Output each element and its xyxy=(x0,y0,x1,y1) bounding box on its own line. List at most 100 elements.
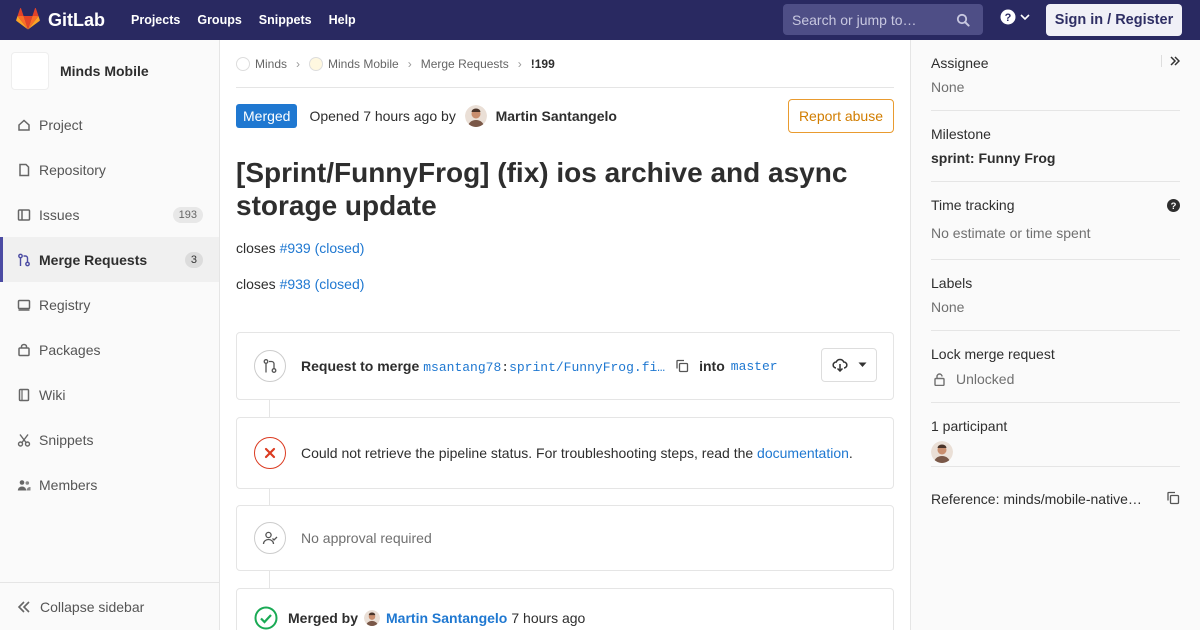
project-crumb-avatar xyxy=(309,56,324,71)
breadcrumb-item-project[interactable]: Minds Mobile xyxy=(328,57,399,71)
container-icon xyxy=(17,298,31,312)
assignee-value: None xyxy=(931,79,965,95)
sign-in-register-button[interactable]: Sign in / Register xyxy=(1046,4,1182,36)
gitlab-home-link[interactable]: GitLab xyxy=(16,7,105,33)
mr-status-row: Merged Opened 7 hours ago by Martin Sant… xyxy=(236,88,894,144)
git-merge-icon xyxy=(254,350,286,382)
time-tracking-title: Time tracking xyxy=(931,197,1015,213)
into-label: into xyxy=(699,358,725,374)
success-check-icon xyxy=(254,606,278,630)
opened-info: Opened 7 hours ago by Martin Santangelo xyxy=(309,105,617,127)
lock-block: Lock merge request Unlocked xyxy=(931,331,1180,403)
sidebar-item-merge-requests[interactable]: Merge Requests 3 xyxy=(0,237,219,282)
breadcrumb-separator-icon: › xyxy=(407,56,412,71)
description-line: closes #938 (closed) xyxy=(236,276,894,292)
breadcrumb: Minds › Minds Mobile › Merge Requests › … xyxy=(236,40,894,88)
mr-description: closes #939 (closed) closes #938 (closed… xyxy=(236,240,894,292)
source-user-link[interactable]: msantang78 xyxy=(423,360,501,375)
participants-title: 1 participant xyxy=(931,418,1008,434)
unlock-icon xyxy=(934,372,945,386)
sidebar-item-label: Repository xyxy=(39,161,106,178)
breadcrumb-item-current[interactable]: !199 xyxy=(531,57,555,71)
sidebar-item-repository[interactable]: Repository xyxy=(0,147,219,192)
merged-author-link[interactable]: Martin Santangelo xyxy=(386,610,507,626)
labels-title: Labels xyxy=(931,275,973,291)
avatar[interactable] xyxy=(364,610,381,626)
sidebar-item-label: Wiki xyxy=(39,386,66,403)
sidebar-item-members[interactable]: Members xyxy=(0,462,219,507)
copy-reference-icon[interactable] xyxy=(1166,491,1180,505)
right-sidebar: Assignee None Milestone sprint: Funny Fr… xyxy=(910,40,1200,630)
book-icon xyxy=(17,388,31,402)
sidebar-item-label: Issues xyxy=(39,206,80,223)
sidebar-item-packages[interactable]: Packages xyxy=(0,327,219,372)
request-to-merge-label: Request to merge xyxy=(301,358,420,374)
project-name: Minds Mobile xyxy=(60,63,149,79)
milestone-value[interactable]: sprint: Funny Frog xyxy=(931,150,1180,166)
search-box xyxy=(783,4,983,35)
mr-title: [Sprint/FunnyFrog] (fix) ios archive and… xyxy=(236,157,848,221)
pipeline-period: . xyxy=(848,445,853,461)
breadcrumb-item-merge-requests[interactable]: Merge Requests xyxy=(421,57,509,71)
time-tracking-value: No estimate or time spent xyxy=(931,225,1091,241)
gitlab-logo-icon xyxy=(16,7,40,33)
timeline-connector xyxy=(269,399,270,417)
issue-link[interactable]: #938 (closed) xyxy=(280,276,365,292)
lock-value: Unlocked xyxy=(956,371,1015,387)
chevron-down-icon xyxy=(1020,13,1030,21)
project-header[interactable]: Minds Mobile xyxy=(0,40,219,102)
sidebar-item-label: Merge Requests xyxy=(39,251,148,268)
reference-text: Reference: minds/mobile-native… xyxy=(931,491,1142,507)
source-branch-link[interactable]: sprint/FunnyFrog.fi… xyxy=(509,360,665,375)
lock-title: Lock merge request xyxy=(931,346,1055,362)
timeline-connector xyxy=(269,571,270,588)
target-branch-link[interactable]: master xyxy=(731,359,778,374)
home-icon xyxy=(17,118,31,132)
sidebar-item-label: Registry xyxy=(39,296,91,313)
collapse-sidebar-button[interactable]: Collapse sidebar xyxy=(0,582,219,630)
description-line: closes #939 (closed) xyxy=(236,240,894,256)
documentation-link[interactable]: documentation xyxy=(757,445,849,461)
search-icon[interactable] xyxy=(956,13,970,27)
breadcrumb-item-group[interactable]: Minds xyxy=(255,57,287,71)
sidebar-item-label: Snippets xyxy=(39,431,94,448)
issue-link[interactable]: #939 (closed) xyxy=(280,240,365,256)
search-input[interactable] xyxy=(792,11,952,28)
sidebar-item-wiki[interactable]: Wiki xyxy=(0,372,219,417)
scissors-icon xyxy=(17,433,31,447)
avatar[interactable] xyxy=(464,105,487,127)
collapse-right-sidebar-icon[interactable] xyxy=(1161,55,1180,67)
author-link[interactable]: Martin Santangelo xyxy=(496,108,617,124)
sidebar-item-registry[interactable]: Registry xyxy=(0,282,219,327)
assignee-title: Assignee xyxy=(931,55,989,71)
nav-projects[interactable]: Projects xyxy=(131,13,180,27)
svg-text:?: ? xyxy=(1005,12,1012,24)
approval-user-icon xyxy=(254,522,286,554)
svg-text:?: ? xyxy=(1171,201,1177,212)
cloud-download-icon xyxy=(831,358,848,372)
question-circle-icon[interactable]: ? xyxy=(1167,199,1180,212)
copy-branch-icon[interactable] xyxy=(675,359,689,373)
project-avatar xyxy=(11,52,49,90)
package-icon xyxy=(17,343,31,357)
nav-groups[interactable]: Groups xyxy=(197,13,241,27)
merge-requests-count-badge: 3 xyxy=(184,251,203,268)
report-abuse-button[interactable]: Report abuse xyxy=(787,99,894,133)
milestone-title: Milestone xyxy=(931,126,991,142)
help-dropdown[interactable]: ? xyxy=(1000,9,1030,25)
nav-snippets[interactable]: Snippets xyxy=(259,13,312,27)
nav-help[interactable]: Help xyxy=(329,13,356,27)
labels-value: None xyxy=(931,299,965,315)
pipeline-message: Could not retrieve the pipeline status. … xyxy=(301,445,853,461)
sidebar-item-issues[interactable]: Issues 193 xyxy=(0,192,219,237)
sidebar-item-project[interactable]: Project xyxy=(0,102,219,147)
merged-time: 7 hours ago xyxy=(511,610,586,626)
pipeline-status-widget: Could not retrieve the pipeline status. … xyxy=(236,417,894,489)
sidebar-item-snippets[interactable]: Snippets xyxy=(0,417,219,462)
avatar[interactable] xyxy=(931,441,953,463)
participants-block: 1 participant xyxy=(931,403,1180,467)
double-chevron-left-icon xyxy=(17,600,31,613)
download-dropdown-button[interactable] xyxy=(821,348,877,382)
opened-time: 7 hours ago xyxy=(363,108,438,124)
main-content: Minds › Minds Mobile › Merge Requests › … xyxy=(236,40,894,630)
